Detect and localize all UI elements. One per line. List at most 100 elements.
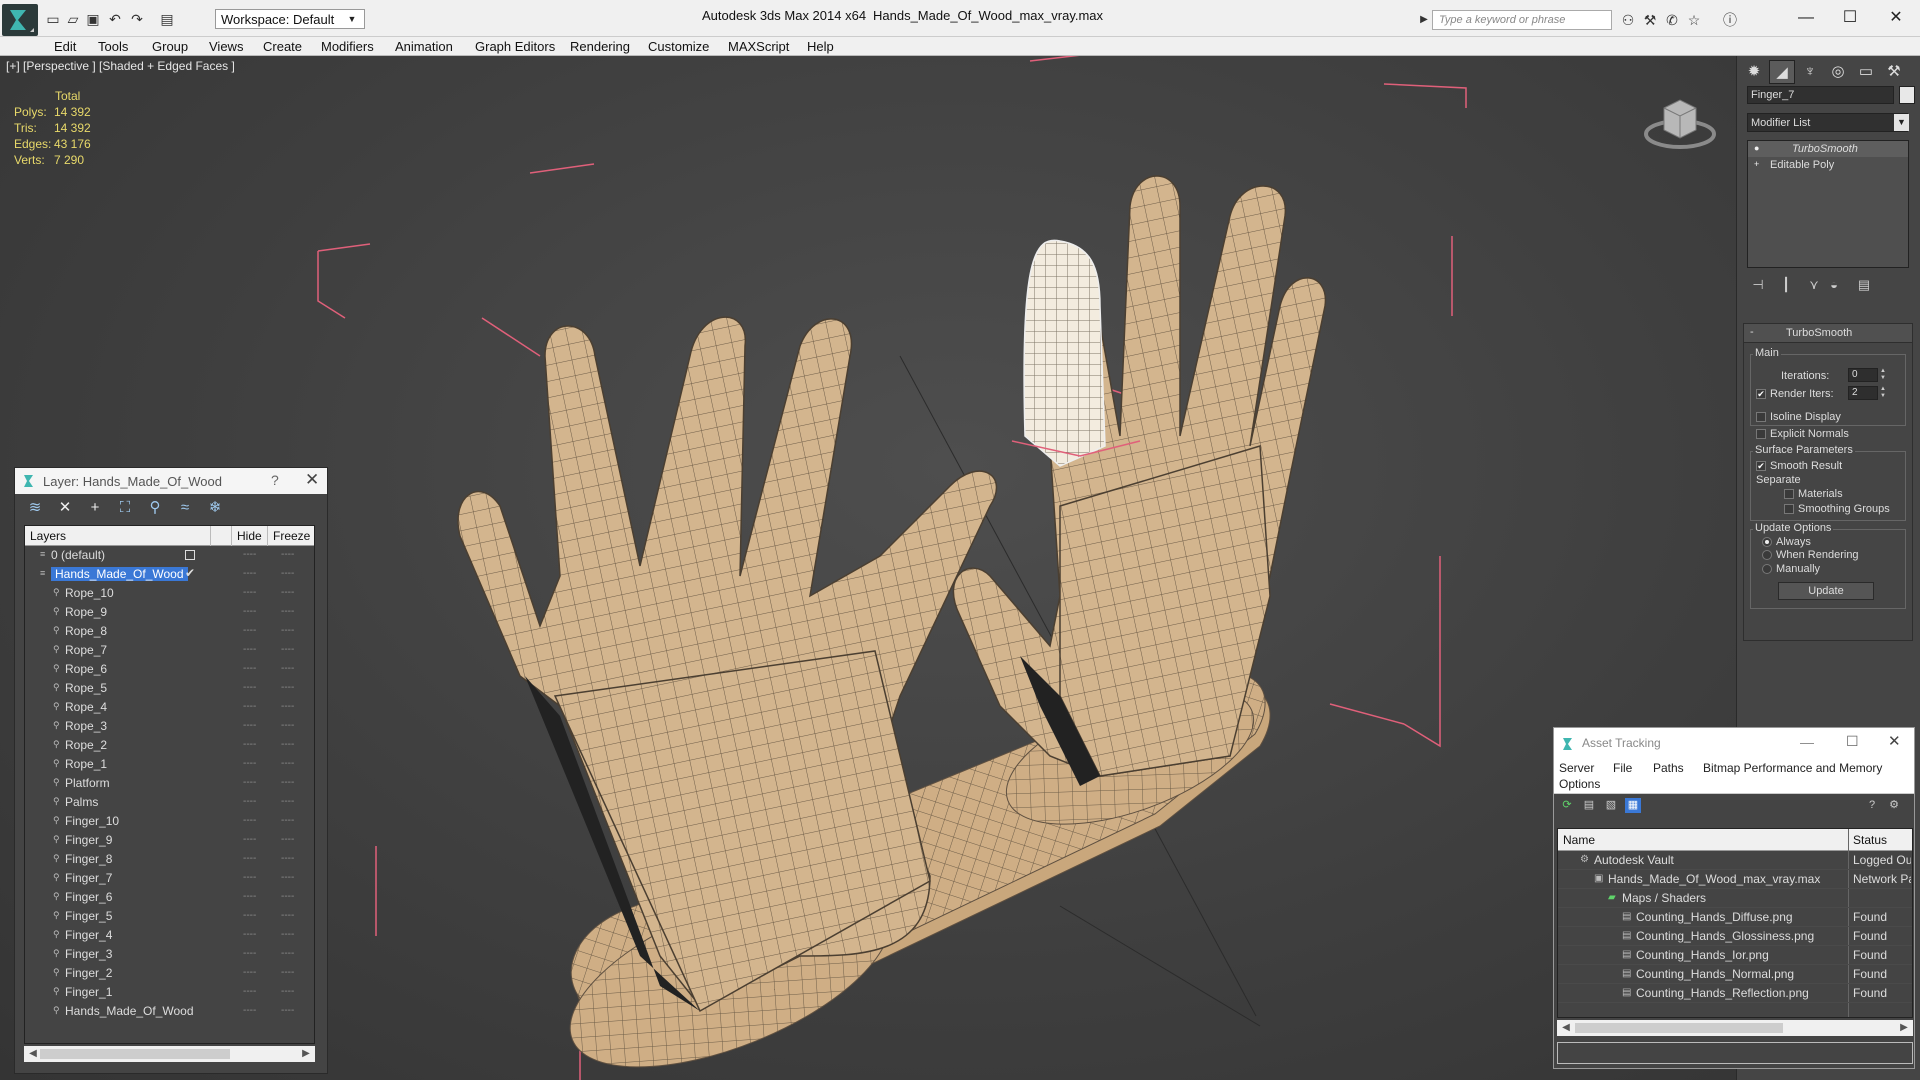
layer-row[interactable]: ⚲ Rope_5 ---- ---- (25, 679, 314, 698)
freeze-toggle[interactable]: ---- (281, 587, 294, 598)
freeze-toggle[interactable]: ---- (281, 739, 294, 750)
freeze-toggle[interactable]: ---- (281, 1005, 294, 1016)
hide-toggle[interactable]: ---- (243, 625, 256, 636)
layer-panel-titlebar[interactable]: Layer: Hands_Made_Of_Wood ? ✕ (15, 468, 327, 494)
menu-group[interactable]: Group (152, 39, 188, 54)
expand-arrow-icon[interactable]: ▶ (1414, 10, 1434, 30)
communication-center-icon[interactable]: ✆ (1662, 10, 1682, 30)
layer-row[interactable]: ⚲ Finger_6 ---- ---- (25, 888, 314, 907)
save-file-icon[interactable]: ▣ (84, 10, 102, 28)
stack-item-turbosmooth[interactable]: ● TurboSmooth (1748, 141, 1908, 157)
materials-checkbox[interactable] (1784, 489, 1794, 499)
scroll-right-icon[interactable]: ▶ (1897, 1021, 1911, 1035)
close-button[interactable]: ✕ (1876, 5, 1916, 31)
layer-row[interactable]: ⚲ Finger_7 ---- ---- (25, 869, 314, 888)
hide-toggle[interactable]: ---- (243, 682, 256, 693)
object-color-swatch[interactable] (1899, 86, 1915, 104)
menu-graph-editors[interactable]: Graph Editors (475, 39, 555, 54)
hierarchy-tab-icon[interactable]: ♆ (1797, 60, 1823, 84)
menu-maxscript[interactable]: MAXScript (728, 39, 789, 54)
menu-rendering[interactable]: Rendering (570, 39, 630, 54)
hide-toggle[interactable]: ---- (243, 663, 256, 674)
help-icon[interactable]: ? (271, 472, 279, 488)
asset-row[interactable]: ▤ Counting_Hands_Normal.png Found (1558, 965, 1912, 984)
rollout-header[interactable]: - TurboSmooth (1744, 324, 1912, 343)
hide-toggle[interactable]: ---- (243, 568, 256, 579)
layer-row[interactable]: ⚲ Finger_4 ---- ---- (25, 926, 314, 945)
layer-row[interactable]: ⚲ Hands_Made_Of_Wood ---- ---- (25, 1002, 314, 1021)
explicit-normals-checkbox[interactable] (1756, 429, 1766, 439)
object-name-input[interactable]: Finger_7 (1747, 86, 1894, 104)
layer-row[interactable]: ⚲ Rope_8 ---- ---- (25, 622, 314, 641)
hide-toggle[interactable]: ---- (243, 948, 256, 959)
layer-row[interactable]: ⚲ Finger_5 ---- ---- (25, 907, 314, 926)
layer-row[interactable]: ≡ 0 (default) ---- ---- (25, 546, 314, 565)
freeze-toggle[interactable]: ---- (281, 815, 294, 826)
freeze-toggle[interactable]: ---- (281, 891, 294, 902)
hide-toggle[interactable]: ---- (243, 910, 256, 921)
motion-tab-icon[interactable]: ◎ (1825, 60, 1851, 84)
smoothing-groups-checkbox[interactable] (1784, 504, 1794, 514)
spinner-arrows-icon[interactable]: ▲ ▼ (1880, 368, 1888, 382)
freeze-toggle[interactable]: ---- (281, 986, 294, 997)
asset-row[interactable]: ▤ Counting_Hands_Diffuse.png Found (1558, 908, 1912, 927)
freeze-toggle[interactable]: ---- (281, 682, 294, 693)
current-layer-check-icon[interactable]: ✔ (185, 566, 195, 580)
scroll-thumb[interactable] (40, 1049, 230, 1059)
freeze-toggle[interactable]: ---- (281, 967, 294, 978)
layer-row[interactable]: ⚲ Finger_1 ---- ---- (25, 983, 314, 1002)
column-layers[interactable]: Layers (30, 529, 66, 543)
column-hide[interactable]: Hide (237, 529, 262, 543)
layer-row[interactable]: ⚲ Rope_9 ---- ---- (25, 603, 314, 622)
menu-options[interactable]: Options (1559, 777, 1600, 791)
smooth-result-checkbox[interactable]: ✔ (1756, 461, 1766, 471)
asset-row[interactable]: ▣ Hands_Made_Of_Wood_max_vray.max Network … (1558, 870, 1912, 889)
layer-row[interactable]: ⚲ Rope_6 ---- ---- (25, 660, 314, 679)
binoculars-icon[interactable]: ⚇ (1618, 10, 1638, 30)
stack-item-editable-poly[interactable]: + Editable Poly (1748, 157, 1908, 173)
close-icon[interactable]: ✕ (305, 470, 319, 490)
freeze-toggle[interactable]: ---- (281, 777, 294, 788)
highlight-layer-icon[interactable]: ⚲ (145, 499, 165, 517)
iterations-spinner[interactable]: 0 (1848, 368, 1878, 382)
hide-toggle[interactable]: ---- (243, 815, 256, 826)
asset-row[interactable]: ▤ Counting_Hands_Glossiness.png Found (1558, 927, 1912, 946)
make-unique-icon[interactable]: ⋎ (1805, 276, 1823, 294)
show-end-result-icon[interactable]: ┃ (1777, 276, 1795, 294)
layer-row[interactable]: ⚲ Platform ---- ---- (25, 774, 314, 793)
asset-row[interactable]: ▤ Counting_Hands_Ior.png Found (1558, 946, 1912, 965)
column-freeze[interactable]: Freeze (273, 529, 310, 543)
project-folder-icon[interactable]: ▤ (158, 10, 176, 28)
hide-toggle[interactable]: ---- (243, 872, 256, 883)
menu-modifiers[interactable]: Modifiers (321, 39, 374, 54)
freeze-toggle[interactable]: ---- (281, 549, 294, 560)
hide-toggle[interactable]: ---- (243, 777, 256, 788)
workspace-dropdown[interactable]: Workspace: Default (215, 9, 365, 29)
minimize-button[interactable]: — (1786, 5, 1826, 31)
menu-views[interactable]: Views (209, 39, 243, 54)
layer-row[interactable]: ⚲ Rope_4 ---- ---- (25, 698, 314, 717)
scroll-thumb[interactable] (1575, 1023, 1783, 1033)
layer-row[interactable]: ⚲ Finger_2 ---- ---- (25, 964, 314, 983)
layer-row[interactable]: ⚲ Finger_10 ---- ---- (25, 812, 314, 831)
hide-toggle[interactable]: ---- (243, 853, 256, 864)
settings-icon[interactable]: ⚙ (1886, 798, 1902, 813)
freeze-toggle[interactable]: ---- (281, 663, 294, 674)
spinner-arrows-icon[interactable]: ▲ ▼ (1880, 386, 1888, 400)
subscription-key-icon[interactable]: ⚒ (1640, 10, 1660, 30)
pin-stack-icon[interactable]: ⊣ (1749, 276, 1767, 294)
menu-paths[interactable]: Paths (1653, 761, 1684, 775)
lightbulb-icon[interactable]: ● (1754, 143, 1759, 153)
table-view-icon[interactable]: ▦ (1625, 798, 1641, 813)
undo-icon[interactable]: ↶ (106, 10, 124, 28)
viewport-label[interactable]: [+] [Perspective ] [Shaded + Edged Faces… (6, 59, 235, 73)
isoline-display-checkbox[interactable] (1756, 412, 1766, 422)
list-view-icon[interactable]: ▤ (1581, 798, 1597, 813)
hide-toggle[interactable]: ---- (243, 701, 256, 712)
hide-toggle[interactable]: ---- (243, 929, 256, 940)
freeze-toggle[interactable]: ---- (281, 834, 294, 845)
hide-toggle[interactable]: ---- (243, 644, 256, 655)
layer-row[interactable]: ⚲ Rope_1 ---- ---- (25, 755, 314, 774)
current-layer-box[interactable] (185, 550, 195, 560)
hide-all-icon[interactable]: ≈ (175, 499, 195, 517)
